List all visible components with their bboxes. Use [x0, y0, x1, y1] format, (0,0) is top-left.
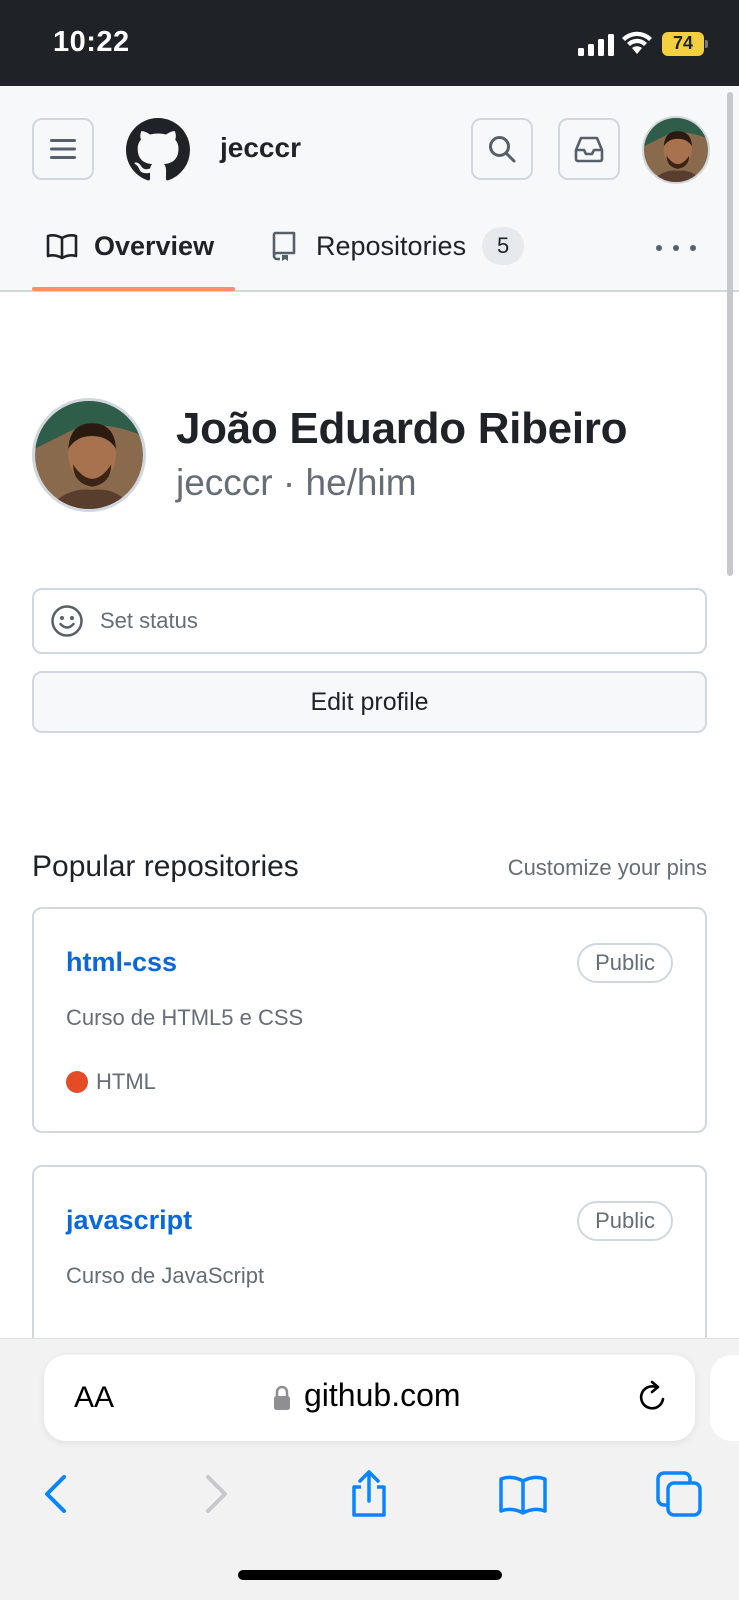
repo-card: html-css Public Curso de HTML5 e CSS HTM… — [32, 907, 707, 1133]
book-icon — [46, 234, 78, 260]
bookmarks-icon[interactable] — [498, 1469, 548, 1519]
active-tab-underline — [32, 287, 235, 291]
cellular-signal-icon — [578, 34, 614, 56]
text-size-button[interactable]: AA — [74, 1381, 114, 1415]
popular-repositories-heading: Popular repositories — [32, 850, 299, 883]
repositories-counter: 5 — [482, 227, 525, 265]
repo-language: HTML — [66, 1069, 156, 1095]
edit-profile-button[interactable]: Edit profile — [32, 671, 707, 733]
address-domain: github.com — [304, 1377, 461, 1413]
inbox-icon — [574, 136, 604, 163]
kebab-dot-icon — [656, 245, 662, 251]
app-header: jecccr — [0, 86, 739, 206]
profile-tabs: Overview Repositories 5 — [0, 206, 739, 292]
tab-overview-label: Overview — [94, 230, 215, 261]
search-button[interactable] — [471, 118, 533, 180]
github-logo-icon[interactable] — [126, 118, 190, 182]
repo-name-link[interactable]: html-css — [66, 947, 177, 978]
smiley-icon — [51, 605, 83, 637]
repo-name-link[interactable]: javascript — [66, 1205, 192, 1236]
kebab-dot-icon — [690, 245, 696, 251]
address-bar[interactable]: AA github.com — [44, 1355, 695, 1441]
repo-icon — [272, 231, 296, 261]
reload-icon[interactable] — [634, 1379, 670, 1415]
language-color-dot — [66, 1071, 88, 1093]
repo-language-label: HTML — [96, 1069, 156, 1094]
set-status-button[interactable]: Set status — [32, 588, 707, 654]
wifi-icon — [622, 31, 652, 54]
user-avatar[interactable] — [642, 116, 710, 184]
text-size-label: AA — [74, 1381, 115, 1414]
next-tab-preview[interactable] — [710, 1355, 739, 1441]
back-icon[interactable] — [32, 1469, 82, 1519]
status-time: 10:22 — [53, 26, 130, 58]
browser-toolbar: AA github.com — [0, 1338, 739, 1600]
tab-repositories-label: Repositories — [316, 230, 467, 261]
search-icon — [489, 136, 516, 163]
inbox-button[interactable] — [558, 118, 620, 180]
home-indicator[interactable] — [238, 1570, 502, 1580]
forward-icon[interactable] — [190, 1469, 240, 1519]
tabs-icon[interactable] — [654, 1469, 704, 1519]
repo-card: javascript Public Curso de JavaScript — [32, 1165, 707, 1365]
visibility-badge: Public — [577, 1201, 673, 1241]
repo-description: Curso de JavaScript — [66, 1263, 265, 1288]
tab-repositories[interactable]: Repositories 5 — [268, 226, 525, 266]
hamburger-icon — [50, 139, 76, 159]
more-tabs-button[interactable] — [656, 228, 696, 268]
visibility-badge: Public — [577, 943, 673, 983]
tab-overview[interactable]: Overview — [32, 226, 235, 291]
profile-full-name: João Eduardo Ribeiro — [176, 404, 628, 453]
battery-icon: 74 — [662, 32, 708, 56]
lock-icon — [274, 1385, 290, 1410]
status-bar: 10:22 74 — [0, 0, 739, 86]
repo-description: Curso de HTML5 e CSS — [66, 1005, 304, 1030]
screen: 10:22 74 jecccr Overview Repositories 5 … — [0, 0, 739, 1600]
menu-button[interactable] — [32, 118, 94, 180]
customize-pins-link[interactable]: Customize your pins — [508, 855, 707, 881]
header-username[interactable]: jecccr — [220, 132, 301, 164]
profile-avatar[interactable] — [32, 398, 146, 512]
page-scrollbar[interactable] — [727, 92, 733, 576]
kebab-dot-icon — [673, 245, 679, 251]
profile-handle: jecccr · he/him — [176, 462, 417, 503]
set-status-label: Set status — [100, 608, 198, 633]
share-icon[interactable] — [344, 1469, 394, 1519]
battery-level: 74 — [672, 33, 694, 53]
